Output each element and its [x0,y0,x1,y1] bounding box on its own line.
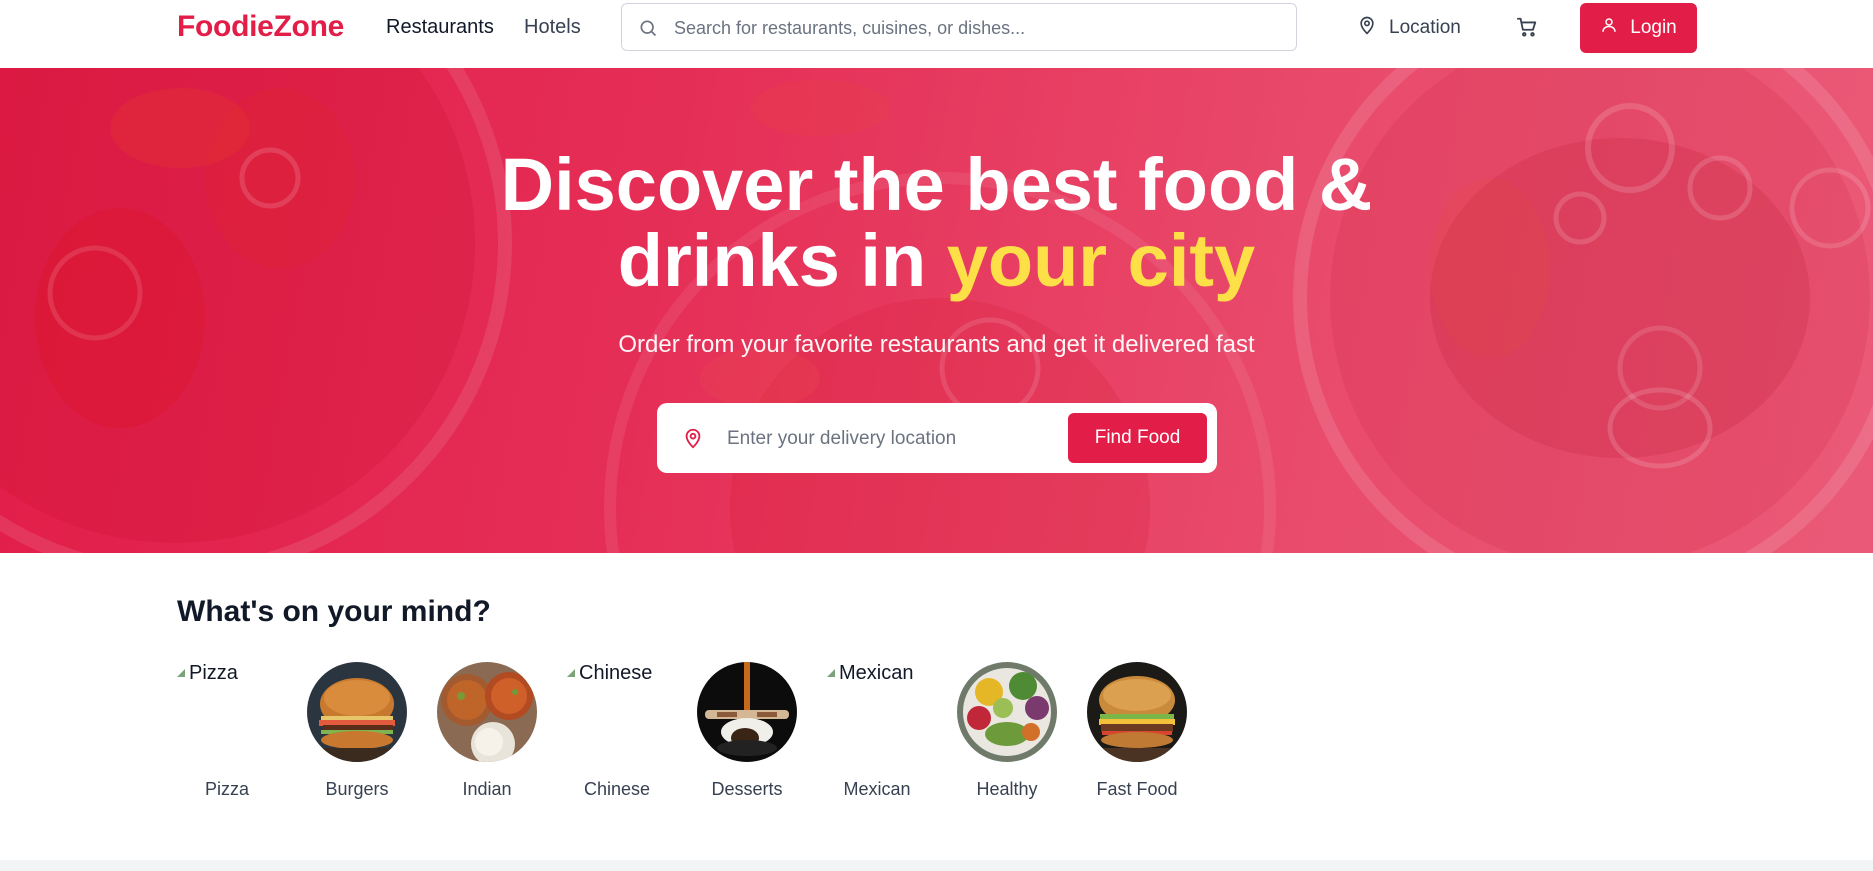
category-image-indian [437,662,537,762]
category-image-fast-food [1087,662,1187,762]
category-healthy[interactable]: Healthy [947,662,1067,802]
top-navbar: FoodieZone Restaurants Hotels Location [0,0,1873,68]
categories-title: What's on your mind? [177,595,491,628]
hero-food-background [0,68,1873,553]
category-image-alt: Chinese [579,662,653,684]
category-image-alt: Mexican [839,662,914,684]
login-button[interactable]: Login [1580,3,1697,53]
location-button[interactable]: Location [1357,14,1461,42]
user-icon [1600,15,1618,41]
category-label: Healthy [976,779,1038,799]
category-image-healthy [957,662,1057,762]
category-indian[interactable]: Indian [427,662,547,802]
map-pin-icon [1357,14,1377,42]
category-image-pizza: Pizza [177,662,277,762]
hero-title-line2-prefix: drinks in [617,219,947,302]
search-icon [638,18,658,43]
category-image-mexican: Mexican [827,662,927,762]
broken-image-icon [567,669,575,677]
delivery-location-search: Find Food [657,403,1217,473]
login-label: Login [1630,17,1677,38]
broken-image-icon [827,669,835,677]
category-label: Desserts [711,779,783,799]
category-burgers[interactable]: Burgers [297,662,417,802]
cart-icon [1516,17,1538,42]
category-image-alt: Pizza [189,662,238,684]
section-divider [0,860,1873,871]
hero-title-line1: Discover the best food & [500,143,1373,226]
category-pizza[interactable]: Pizza Pizza [167,662,287,802]
search-input[interactable] [672,4,1286,52]
category-mexican[interactable]: Mexican Mexican [817,662,937,802]
map-pin-icon [682,426,704,455]
nav-hotels[interactable]: Hotels [524,16,581,39]
category-desserts[interactable]: Desserts [687,662,807,802]
global-search [621,3,1297,52]
category-fast-food[interactable]: Fast Food [1077,662,1197,802]
hero-title-accent: your city [946,219,1256,302]
delivery-location-input[interactable] [725,415,1109,463]
category-label: Mexican [843,779,911,799]
hero-title: Discover the best food & drinks in your … [0,147,1873,299]
hero-subtitle: Order from your favorite restaurants and… [618,331,1255,358]
find-food-button[interactable]: Find Food [1068,413,1207,463]
broken-image-icon [177,669,185,677]
brand-logo[interactable]: FoodieZone [177,10,344,44]
category-label: Chinese [583,779,651,799]
category-chinese[interactable]: Chinese Chinese [557,662,677,802]
nav-restaurants[interactable]: Restaurants [386,16,494,39]
category-image-desserts [697,662,797,762]
category-image-burgers [307,662,407,762]
category-label: Indian [462,779,512,799]
category-label: Pizza [204,779,249,799]
category-image-chinese: Chinese [567,662,667,762]
category-label: Fast Food [1096,779,1178,799]
hero-title-line2: drinks in your city [0,223,1873,299]
cart-button[interactable] [1516,16,1542,40]
location-label: Location [1389,17,1461,38]
hero-banner: Discover the best food & drinks in your … [0,68,1873,553]
category-label: Burgers [325,779,389,799]
